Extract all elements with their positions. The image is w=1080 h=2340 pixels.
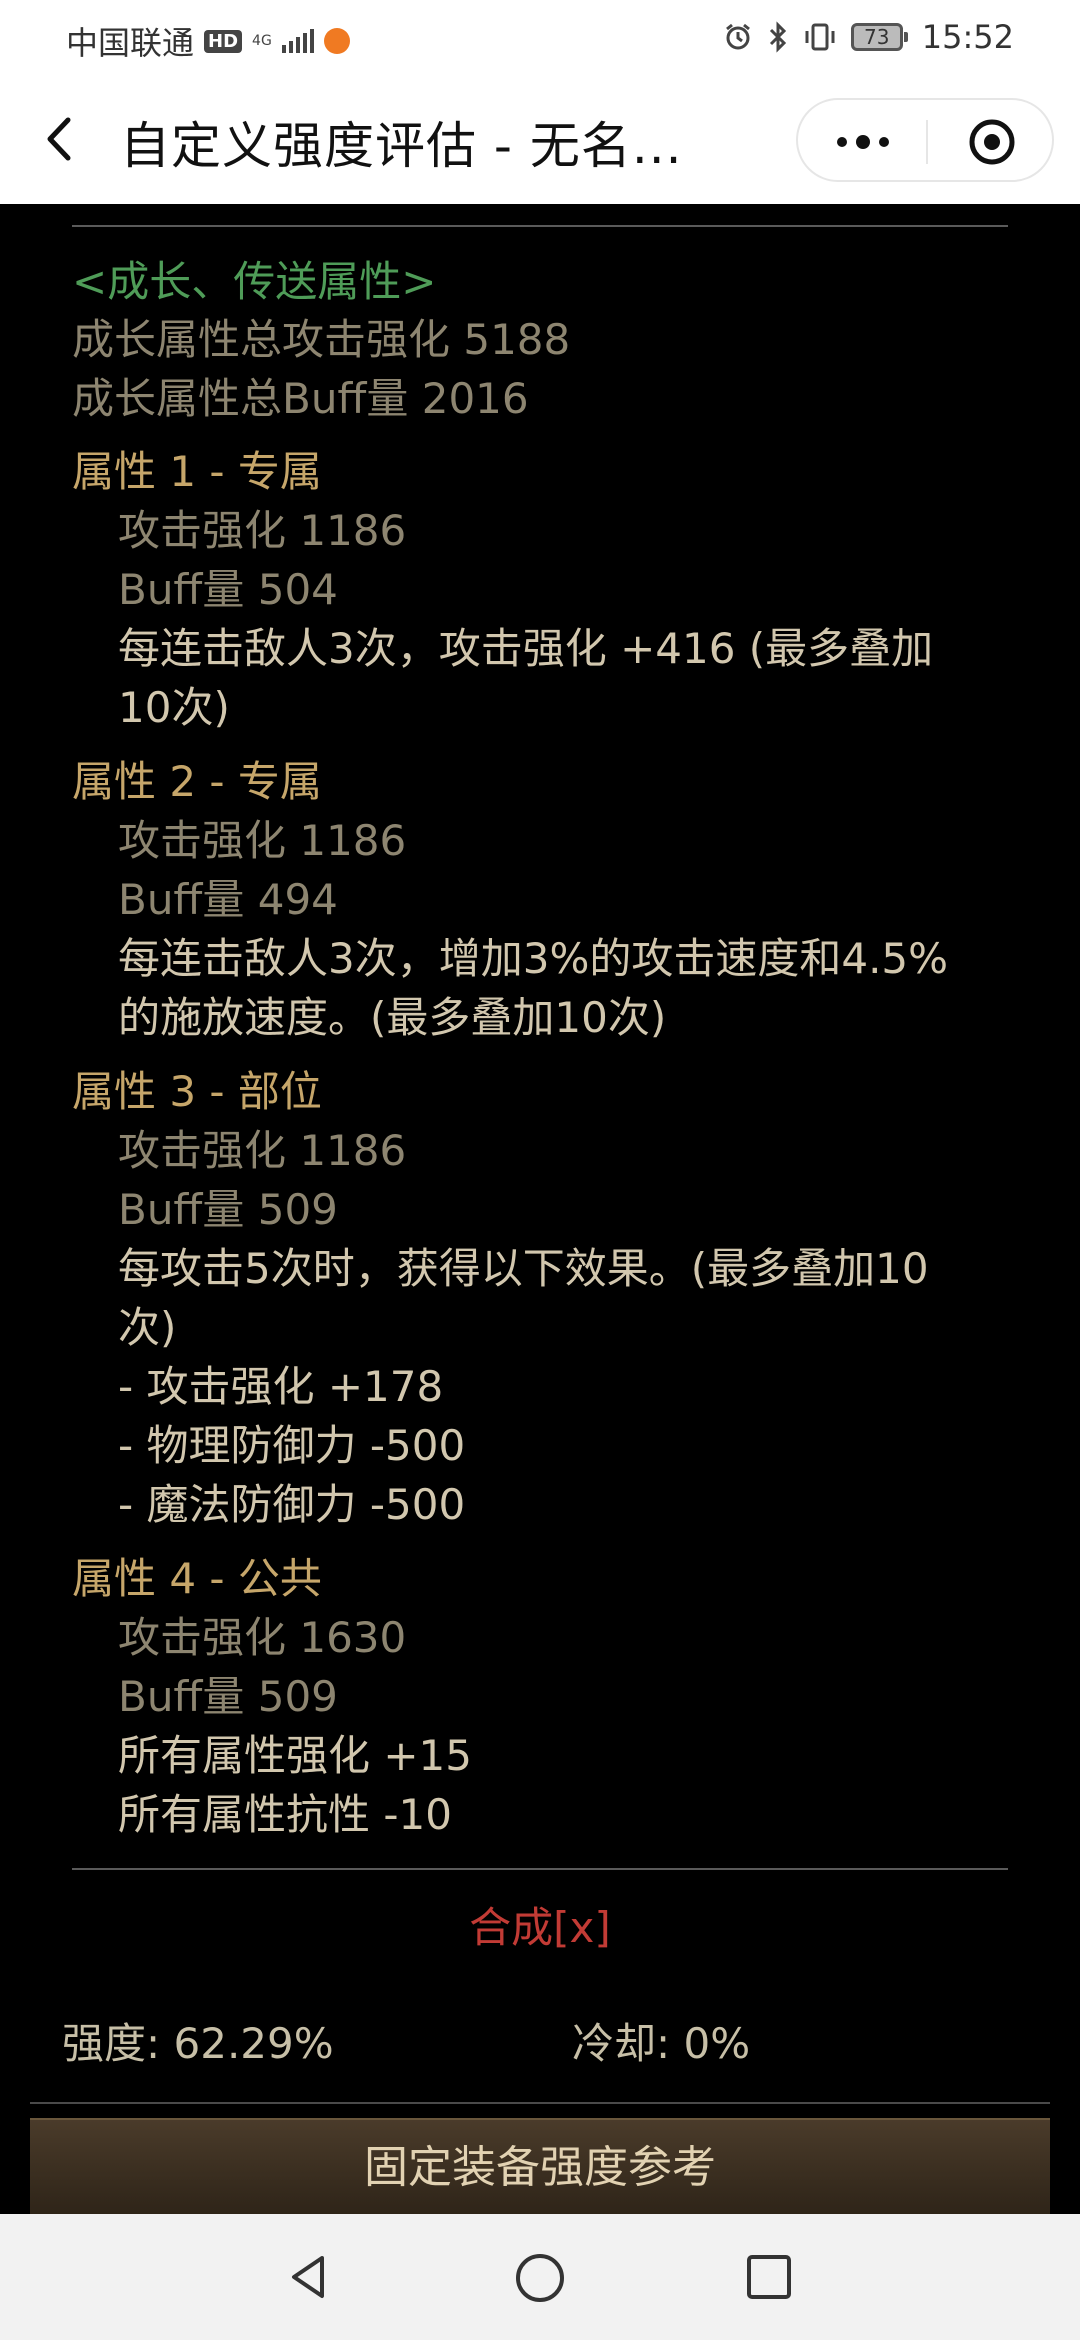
attribute-4-effect: 所有属性强化 +15 [118, 1731, 472, 1780]
attribute-3-effect: 每攻击5次时，获得以下效果。(最多叠加10 [118, 1244, 929, 1293]
attribute-2-attack: 攻击强化 1186 [118, 816, 407, 865]
synth-link[interactable]: 合成[x] [0, 1900, 1080, 1956]
alarm-icon [725, 23, 750, 50]
battery-level: 73 [850, 23, 903, 51]
reference-strength-button[interactable]: 固定装备强度参考 [30, 2118, 1050, 2216]
status-bar: 中国联通 HD 4G 73 15:52 [0, 0, 1080, 76]
growth-attack-total: 成长属性总攻击强化 5188 [72, 315, 571, 364]
attribute-3-title: 属性 3 - 部位 [72, 1067, 322, 1116]
main-content: <成长、传送属性> 成长属性总攻击强化 5188 成长属性总Buff量 2016… [0, 204, 1080, 2216]
strength-value: 强度: 62.29% [62, 2019, 334, 2068]
close-miniprogram-icon[interactable] [968, 118, 1016, 166]
carrier-label: 中国联通 [66, 24, 195, 62]
attribute-3-buff: Buff量 509 [118, 1185, 338, 1234]
cooldown-value: 冷却: 0% [572, 2019, 751, 2068]
attribute-1-title: 属性 1 - 专属 [72, 447, 322, 496]
attribute-2-effect: 每连击敌人3次，增加3%的攻击速度和4.5% [118, 934, 949, 983]
nav-home-icon[interactable] [514, 2252, 566, 2304]
nav-recent-apps-icon[interactable] [746, 2254, 792, 2300]
battery-icon: 73 [850, 23, 908, 51]
clock: 15:52 [921, 18, 1014, 56]
vibrate-icon [805, 23, 835, 51]
footer-divider [30, 2102, 1050, 2104]
miniprogram-capsule [796, 98, 1054, 182]
top-divider [72, 225, 1008, 227]
attribute-1-buff: Buff量 504 [118, 565, 338, 614]
attribute-4-title: 属性 4 - 公共 [72, 1554, 322, 1603]
attribute-2-buff: Buff量 494 [118, 875, 338, 924]
bottom-divider [72, 1868, 1008, 1870]
system-nav-bar [0, 2214, 1080, 2340]
attribute-3-effect: - 物理防御力 -500 [118, 1421, 466, 1470]
capsule-divider [926, 120, 928, 164]
bluetooth-icon [769, 21, 786, 53]
attribute-1-effect: 每连击敌人3次，攻击强化 +416 (最多叠加 [118, 624, 934, 673]
attribute-3-effect: - 攻击强化 +178 [118, 1362, 444, 1411]
attribute-4-attack: 攻击强化 1630 [118, 1613, 407, 1662]
attribute-1-attack: 攻击强化 1186 [118, 506, 407, 555]
status-right: 73 15:52 [723, 18, 1014, 56]
back-arrow-icon[interactable] [40, 114, 80, 164]
status-left: 中国联通 HD 4G [66, 18, 350, 64]
attribute-4-buff: Buff量 509 [118, 1672, 338, 1721]
title-bar: 自定义强度评估 - 无名... [0, 76, 1080, 204]
page-title: 自定义强度评估 - 无名... [120, 117, 683, 175]
attribute-1-effect: 10次) [118, 683, 230, 732]
network-type: 4G [252, 33, 272, 49]
attribute-2-title: 属性 2 - 专属 [72, 757, 322, 806]
attribute-3-effect: - 魔法防御力 -500 [118, 1480, 466, 1529]
attribute-3-effect: 次) [118, 1303, 177, 1352]
hd-badge: HD [204, 29, 243, 53]
attribute-2-effect: 的施放速度。(最多叠加10次) [118, 993, 667, 1042]
nav-back-icon[interactable] [284, 2252, 334, 2302]
growth-section-header: <成长、传送属性> [72, 257, 437, 306]
attribute-4-effect: 所有属性抗性 -10 [118, 1790, 452, 1839]
app-notification-icon [323, 28, 350, 54]
attribute-3-attack: 攻击强化 1186 [118, 1126, 407, 1175]
more-options-icon[interactable] [834, 130, 892, 154]
signal-icon [281, 29, 314, 53]
growth-buff-total: 成长属性总Buff量 2016 [72, 374, 529, 423]
